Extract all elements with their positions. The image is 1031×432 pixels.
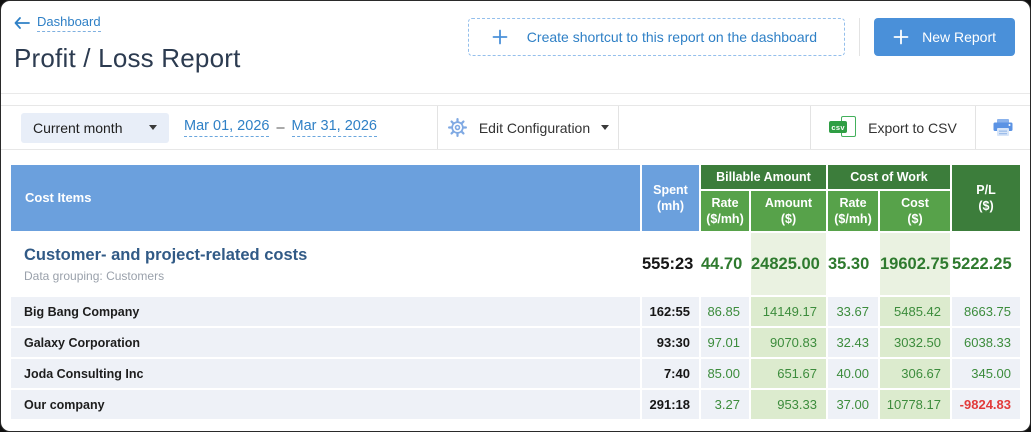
cell-billable-amount: 24825.00 xyxy=(750,233,826,295)
cell-spent: 162:55 xyxy=(641,297,699,326)
col-group-cost-of-work: Cost of Work xyxy=(827,165,950,189)
col-header-cost-rate: Rate ($/mh) xyxy=(827,191,878,231)
cell-billable-rate: 86.85 xyxy=(700,297,749,326)
date-to-link[interactable]: Mar 31, 2026 xyxy=(291,118,377,137)
col-header-billable-amount: Amount ($) xyxy=(750,191,826,231)
cell-spent: 93:30 xyxy=(641,328,699,357)
gear-icon xyxy=(447,117,468,138)
cell-cost: 19602.75 xyxy=(879,233,950,295)
period-select[interactable]: Current month xyxy=(21,112,169,143)
date-range: Mar 01, 2026 – Mar 31, 2026 xyxy=(184,118,377,137)
cell-cost-rate: 33.67 xyxy=(827,297,878,326)
cell-customer-name: Joda Consulting Inc xyxy=(11,359,640,388)
header-left: Dashboard Profit / Loss Report xyxy=(14,14,241,74)
cell-cost: 10778.17 xyxy=(879,390,950,419)
col-header-cost-items: Cost Items xyxy=(11,165,640,231)
cell-pl: 6038.33 xyxy=(952,328,1020,357)
chevron-down-icon xyxy=(149,125,157,130)
dashboard-back-link[interactable]: Dashboard xyxy=(14,14,101,32)
cell-cost-rate: 35.30 xyxy=(827,233,878,295)
page-title: Profit / Loss Report xyxy=(14,43,241,73)
cell-cost-rate: 40.00 xyxy=(827,359,878,388)
col-header-pl: P/L ($) xyxy=(952,165,1020,231)
cell-billable-rate: 97.01 xyxy=(700,328,749,357)
cell-pl: 8663.75 xyxy=(952,297,1020,326)
new-report-button[interactable]: New Report xyxy=(874,18,1015,56)
report-toolbar: Current month Mar 01, 2026 – Mar 31, 202… xyxy=(1,105,1030,150)
export-csv-label: Export to CSV xyxy=(868,119,957,136)
cell-cost: 306.67 xyxy=(879,359,950,388)
cell-spent: 555:23 xyxy=(641,233,699,295)
col-header-cost: Cost ($) xyxy=(879,191,950,231)
cell-spent: 7:40 xyxy=(641,359,699,388)
cell-customer-name: Galaxy Corporation xyxy=(11,328,640,357)
period-section: Current month Mar 01, 2026 – Mar 31, 202… xyxy=(1,106,437,149)
cell-pl: -9824.83 xyxy=(952,390,1020,419)
cell-billable-amount: 9070.83 xyxy=(750,328,826,357)
date-from-link[interactable]: Mar 01, 2026 xyxy=(184,118,270,137)
csv-file-icon: csv xyxy=(829,116,857,139)
header-divider xyxy=(859,18,861,56)
plus-icon xyxy=(492,29,508,45)
cell-billable-amount: 953.33 xyxy=(750,390,826,419)
summary-row: Customer- and project-related costs Data… xyxy=(11,233,1020,295)
create-shortcut-button[interactable]: Create shortcut to this report on the da… xyxy=(467,18,846,56)
cell-billable-amount: 14149.17 xyxy=(750,297,826,326)
create-shortcut-label: Create shortcut to this report on the da… xyxy=(526,29,818,45)
cell-billable-rate: 3.27 xyxy=(700,390,749,419)
period-select-value: Current month xyxy=(33,119,123,136)
summary-grouping: Data grouping: Customers xyxy=(24,268,165,283)
table-row: Joda Consulting Inc 7:40 85.00 651.67 40… xyxy=(11,359,1020,388)
profit-loss-report-page: Dashboard Profit / Loss Report Create sh… xyxy=(0,0,1031,432)
summary-title: Customer- and project-related costs xyxy=(24,245,308,264)
summary-name-cell: Customer- and project-related costs Data… xyxy=(11,233,640,295)
page-header: Dashboard Profit / Loss Report Create sh… xyxy=(1,1,1030,94)
cell-cost: 3032.50 xyxy=(879,328,950,357)
cell-spent: 291:18 xyxy=(641,390,699,419)
col-group-billable-amount: Billable Amount xyxy=(700,165,826,189)
table-row: Our company 291:18 3.27 953.33 37.00 107… xyxy=(11,390,1020,419)
cell-billable-amount: 651.67 xyxy=(750,359,826,388)
header-actions: Create shortcut to this report on the da… xyxy=(467,18,1015,56)
cell-cost-rate: 32.43 xyxy=(827,328,878,357)
edit-configuration-label: Edit Configuration xyxy=(478,119,591,136)
table-row: Galaxy Corporation 93:30 97.01 9070.83 3… xyxy=(11,328,1020,357)
cell-pl: 345.00 xyxy=(952,359,1020,388)
print-button[interactable] xyxy=(976,106,1030,149)
cell-customer-name: Our company xyxy=(11,390,640,419)
edit-configuration-button[interactable]: Edit Configuration xyxy=(438,106,618,149)
cell-customer-name: Big Bang Company xyxy=(11,297,640,326)
cell-billable-rate: 85.00 xyxy=(700,359,749,388)
cell-cost: 5485.42 xyxy=(879,297,950,326)
date-separator: – xyxy=(276,119,285,136)
chevron-down-icon xyxy=(601,125,610,130)
cell-cost-rate: 37.00 xyxy=(827,390,878,419)
plus-icon xyxy=(893,29,909,45)
col-header-billable-rate: Rate ($/mh) xyxy=(700,191,749,231)
printer-icon xyxy=(992,118,1014,138)
col-header-spent: Spent (mh) xyxy=(641,165,699,231)
dashboard-back-label: Dashboard xyxy=(37,14,101,32)
report-table-wrap: Cost Items Spent (mh) Billable Amount Cos… xyxy=(9,163,1022,421)
new-report-label: New Report xyxy=(922,29,996,45)
report-table: Cost Items Spent (mh) Billable Amount Cos… xyxy=(9,163,1022,421)
cell-pl: 5222.25 xyxy=(952,233,1020,295)
cell-billable-rate: 44.70 xyxy=(700,233,749,295)
table-header-group-row: Cost Items Spent (mh) Billable Amount Cos… xyxy=(11,165,1020,231)
back-arrow-icon xyxy=(14,17,30,29)
table-row: Big Bang Company 162:55 86.85 14149.17 3… xyxy=(11,297,1020,326)
export-csv-button[interactable]: csv Export to CSV xyxy=(811,106,975,149)
